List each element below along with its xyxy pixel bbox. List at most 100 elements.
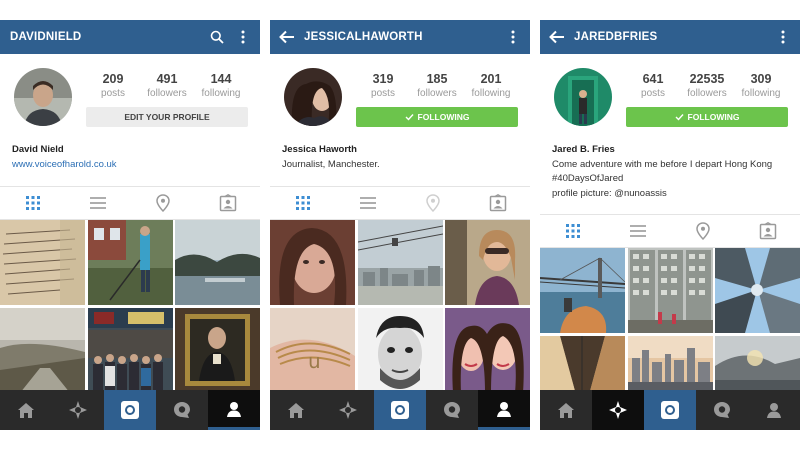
followers-label: followers — [147, 88, 187, 99]
photo-thumbnail[interactable] — [715, 335, 800, 391]
stat-followers[interactable]: 491 followers — [140, 72, 194, 99]
profile-icon — [227, 401, 241, 417]
followers-label: followers — [417, 88, 457, 99]
display-name: Jared B. Fries — [552, 144, 615, 155]
nav-home[interactable] — [540, 390, 592, 430]
app-bar: DAVIDNIELD — [0, 20, 260, 54]
tab-list[interactable] — [65, 186, 130, 220]
photo-thumbnail[interactable]: u — [270, 307, 355, 393]
explore-icon — [339, 401, 357, 419]
photo-thumbnail[interactable] — [445, 307, 530, 393]
avatar[interactable] — [284, 68, 342, 126]
photo-grid — [540, 248, 800, 391]
bio: Jessica Haworth Journalist, Manchester. — [282, 143, 522, 172]
back-arrow-icon — [279, 30, 294, 44]
photo-thumbnail[interactable] — [270, 220, 355, 305]
profile-stats: 641 posts 22535 followers 309 following — [626, 72, 788, 99]
posts-label: posts — [371, 88, 395, 99]
more-options-button[interactable] — [230, 20, 256, 54]
nav-home[interactable] — [0, 390, 52, 430]
photo-thumbnail[interactable] — [0, 307, 85, 393]
display-name: David Nield — [12, 144, 64, 155]
back-button[interactable] — [270, 20, 304, 54]
tab-grid[interactable] — [270, 186, 335, 220]
phone-screen-3: JAREDBFRIES 641 posts 22535 followers 309 f… — [540, 0, 800, 430]
bio-text: Journalist, Manchester. — [282, 158, 380, 170]
nav-activity[interactable] — [156, 390, 208, 430]
stat-posts[interactable]: 209 posts — [86, 72, 140, 99]
tab-tagged[interactable] — [195, 186, 260, 220]
nav-profile[interactable] — [748, 390, 800, 430]
username-title: JAREDBFRIES — [574, 31, 658, 43]
photo-thumbnail[interactable] — [357, 307, 443, 393]
followers-label: followers — [687, 88, 727, 99]
following-button[interactable]: FOLLOWING — [356, 107, 518, 127]
tab-map[interactable] — [130, 186, 195, 220]
search-button[interactable] — [204, 20, 230, 54]
photo-thumbnail[interactable] — [357, 220, 443, 305]
stat-following[interactable]: 201 following — [464, 72, 518, 99]
more-options-button[interactable] — [500, 20, 526, 54]
nav-activity[interactable] — [696, 390, 748, 430]
followers-count: 185 — [426, 72, 448, 86]
stat-followers[interactable]: 185 followers — [410, 72, 464, 99]
tab-list[interactable] — [605, 214, 670, 248]
following-button-label: FOLLOWING — [417, 112, 470, 122]
photo-thumbnail[interactable] — [0, 220, 85, 305]
stat-followers[interactable]: 22535 followers — [680, 72, 734, 99]
website-link[interactable]: www.voiceofharold.co.uk — [12, 158, 252, 173]
profile-header: 641 posts 22535 followers 309 following FOL… — [540, 54, 800, 199]
nav-profile[interactable] — [478, 390, 530, 430]
check-icon — [675, 114, 684, 121]
posts-label: posts — [641, 88, 665, 99]
bio-hashtag[interactable]: #40DaysOfJared — [552, 172, 792, 187]
more-options-button[interactable] — [770, 20, 796, 54]
tab-map[interactable] — [670, 214, 735, 248]
nav-camera[interactable] — [104, 390, 156, 430]
grid-icon — [295, 196, 310, 210]
nav-home[interactable] — [270, 390, 322, 430]
tab-grid[interactable] — [0, 186, 65, 220]
photo-thumbnail[interactable] — [627, 335, 713, 391]
nav-explore[interactable] — [592, 390, 644, 430]
profile-icon — [767, 403, 781, 418]
photo-thumbnail[interactable] — [715, 248, 800, 333]
photo-thumbnail[interactable] — [540, 335, 625, 391]
profile-header: 319 posts 185 followers 201 following FOLLO… — [270, 54, 530, 186]
home-icon — [558, 402, 574, 418]
nav-activity[interactable] — [426, 390, 478, 430]
view-tabs — [540, 214, 800, 248]
photo-thumbnail[interactable] — [627, 248, 713, 333]
nav-explore[interactable] — [52, 390, 104, 430]
tab-map[interactable] — [400, 186, 465, 220]
check-icon — [405, 114, 414, 121]
stat-following[interactable]: 309 following — [734, 72, 788, 99]
back-button[interactable] — [540, 20, 574, 54]
nav-profile[interactable] — [208, 390, 260, 430]
nav-camera[interactable] — [374, 390, 426, 430]
username-title: DAVIDNIELD — [10, 31, 82, 43]
stat-following[interactable]: 144 following — [194, 72, 248, 99]
photo-thumbnail[interactable] — [445, 220, 530, 305]
nav-explore[interactable] — [322, 390, 374, 430]
stat-posts[interactable]: 641 posts — [626, 72, 680, 99]
photo-thumbnail[interactable] — [175, 220, 260, 305]
stat-posts[interactable]: 319 posts — [356, 72, 410, 99]
photo-thumbnail[interactable] — [87, 220, 173, 305]
edit-profile-button[interactable]: EDIT YOUR PROFILE — [86, 107, 248, 127]
tab-tagged[interactable] — [465, 186, 530, 220]
tab-grid[interactable] — [540, 214, 605, 248]
photo-thumbnail[interactable] — [87, 307, 173, 393]
activity-icon — [174, 402, 190, 418]
bio-text: Come adventure with me before I depart H… — [552, 158, 773, 170]
photo-thumbnail[interactable] — [175, 307, 260, 393]
avatar[interactable] — [554, 68, 612, 126]
camera-icon — [661, 401, 679, 419]
photo-thumbnail[interactable] — [540, 248, 625, 333]
avatar[interactable] — [14, 68, 72, 126]
tab-list[interactable] — [335, 186, 400, 220]
tab-tagged[interactable] — [735, 214, 800, 248]
following-button[interactable]: FOLLOWING — [626, 107, 788, 127]
view-tabs — [270, 186, 530, 220]
nav-camera[interactable] — [644, 390, 696, 430]
